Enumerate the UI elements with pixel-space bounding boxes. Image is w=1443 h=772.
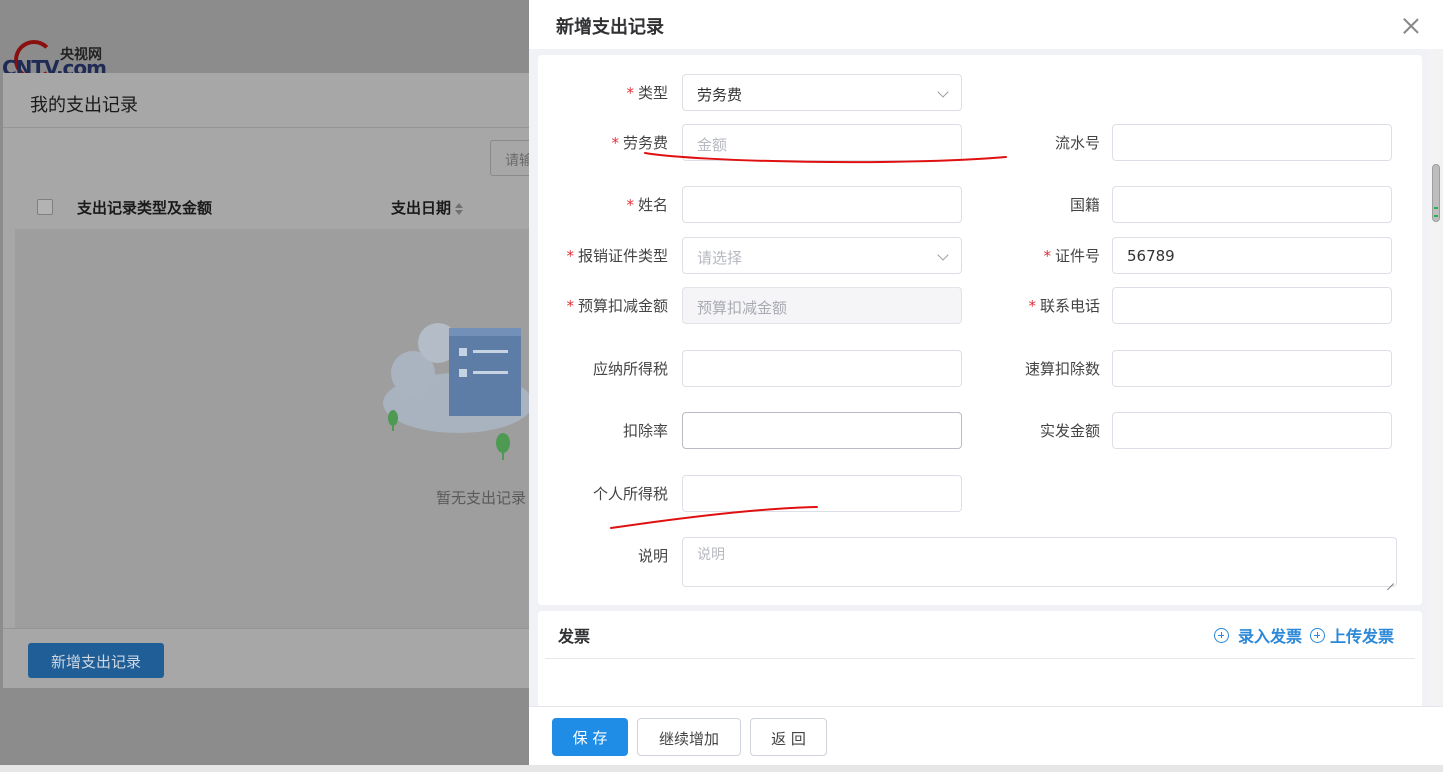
id-number-input[interactable]: 56789 xyxy=(1112,237,1392,274)
required-mark: * xyxy=(566,297,574,315)
expense-form: * 类型 劳务费 * 劳务费 金额 流水号 * 姓名 国籍 * 报销证件类型 请选择 *… xyxy=(538,55,1422,605)
type-label: * 类型 xyxy=(626,84,668,102)
note-textarea[interactable]: 说明 xyxy=(682,537,1397,587)
id-number-label: * 证件号 xyxy=(1043,247,1100,265)
window-bottom-strip xyxy=(0,765,1443,772)
serial-no-input[interactable] xyxy=(1112,124,1392,161)
enter-invoice-button[interactable]: 录入发票 xyxy=(1213,623,1302,647)
empty-state-text: 暂无支出记录 xyxy=(436,489,527,507)
budget-deduct-input: 预算扣减金额 xyxy=(682,287,962,324)
resize-handle-icon[interactable] xyxy=(1386,576,1394,584)
column-header-date-label: 支出日期 xyxy=(391,199,452,217)
phone-label: * 联系电话 xyxy=(1028,297,1100,315)
required-mark: * xyxy=(626,84,634,102)
plus-circle-icon xyxy=(1309,627,1325,643)
required-mark: * xyxy=(1028,297,1036,315)
back-button[interactable]: 返 回 xyxy=(750,718,827,756)
type-select[interactable]: 劳务费 xyxy=(682,74,962,111)
taxable-income-label: 应纳所得税 xyxy=(592,360,668,378)
name-input[interactable] xyxy=(682,186,962,223)
scroll-grip-icon xyxy=(1434,207,1438,217)
quick-deduction-label: 速算扣除数 xyxy=(1024,360,1100,378)
add-expense-button[interactable]: 新增支出记录 xyxy=(28,643,164,678)
invoice-section: 发票 录入发票 上传发票 xyxy=(538,611,1422,721)
labor-fee-label: * 劳务费 xyxy=(611,134,668,152)
expense-records-panel: 我的支出记录 请输 支出记录类型及金额 支出日期 暂无支出记录 新增支出记录 xyxy=(3,73,550,688)
net-amount-label: 实发金额 xyxy=(1039,422,1100,440)
net-amount-input[interactable] xyxy=(1112,412,1392,449)
id-type-placeholder: 请选择 xyxy=(697,249,743,267)
column-header-type-amount: 支出记录类型及金额 xyxy=(77,199,213,217)
cntv-logo: 央视网 CNTV.com xyxy=(0,38,120,80)
type-select-value: 劳务费 xyxy=(697,86,743,104)
invoice-divider xyxy=(545,658,1415,659)
continue-add-button[interactable]: 继续增加 xyxy=(637,718,741,756)
deduction-rate-input[interactable] xyxy=(682,412,962,449)
invoice-actions: 录入发票 上传发票 xyxy=(1213,623,1394,647)
close-icon[interactable] xyxy=(1401,16,1421,36)
note-label: 说明 xyxy=(637,547,668,565)
quick-deduction-input[interactable] xyxy=(1112,350,1392,387)
drawer-scrollbar[interactable] xyxy=(1429,49,1441,706)
save-button[interactable]: 保 存 xyxy=(552,718,628,756)
required-mark: * xyxy=(566,247,574,265)
required-mark: * xyxy=(626,196,634,214)
enter-invoice-label: 录入发票 xyxy=(1237,627,1302,646)
serial-no-label: 流水号 xyxy=(1054,134,1100,152)
personal-tax-label: 个人所得税 xyxy=(592,485,668,503)
required-mark: * xyxy=(1043,247,1051,265)
panel-title: 我的支出记录 xyxy=(3,73,543,128)
chevron-down-icon xyxy=(937,249,949,261)
upload-invoice-label: 上传发票 xyxy=(1329,627,1394,646)
select-all-checkbox[interactable] xyxy=(37,199,53,215)
note-placeholder: 说明 xyxy=(697,547,725,563)
nationality-input[interactable] xyxy=(1112,186,1392,223)
empty-state-illustration-icon xyxy=(383,323,533,460)
sort-icon[interactable] xyxy=(455,202,464,216)
taxable-income-input[interactable] xyxy=(682,350,962,387)
personal-tax-input[interactable] xyxy=(682,475,962,512)
column-header-date[interactable]: 支出日期 xyxy=(391,197,464,218)
scrollbar-thumb[interactable] xyxy=(1432,164,1440,222)
drawer-title: 新增支出记录 xyxy=(556,17,664,38)
id-type-select[interactable]: 请选择 xyxy=(682,237,962,274)
drawer-footer: 保 存 继续增加 返 回 xyxy=(529,706,1443,765)
upload-invoice-button[interactable]: 上传发票 xyxy=(1309,623,1394,647)
chevron-down-icon xyxy=(937,86,949,98)
name-label: * 姓名 xyxy=(626,196,668,214)
budget-deduct-label: * 预算扣减金额 xyxy=(566,297,668,315)
table-header: 支出记录类型及金额 支出日期 xyxy=(15,185,545,229)
invoice-title: 发票 xyxy=(558,627,591,646)
add-expense-drawer: 新增支出记录 * 类型 劳务费 * 劳务费 金额 流水号 * 姓名 国籍 * 报销证件类… xyxy=(529,0,1443,765)
nationality-label: 国籍 xyxy=(1069,196,1100,214)
plus-circle-icon xyxy=(1213,627,1229,643)
drawer-header: 新增支出记录 xyxy=(529,0,1443,49)
labor-fee-input[interactable]: 金额 xyxy=(682,124,962,161)
phone-input[interactable] xyxy=(1112,287,1392,324)
deduction-rate-label: 扣除率 xyxy=(622,422,668,440)
id-type-label: * 报销证件类型 xyxy=(566,247,668,265)
required-mark: * xyxy=(611,134,619,152)
